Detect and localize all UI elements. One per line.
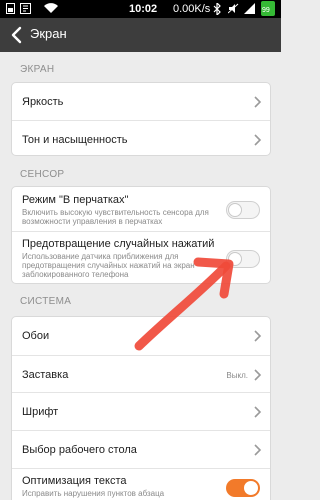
setting-wallpaper[interactable]: Обои [12, 317, 270, 355]
bluetooth-icon [213, 3, 221, 15]
page-title: Экран [30, 26, 67, 41]
network-speed: 0.00K/s [173, 3, 211, 15]
no-sound-icon [228, 3, 239, 14]
battery-icon: 99 [261, 1, 275, 16]
status-time: 10:02 [129, 3, 158, 15]
setting-value: Выкл. [226, 371, 248, 380]
group-screen: Яркость Тон и насыщенность [11, 82, 271, 156]
chevron-right-icon [254, 406, 262, 418]
sim-card-icon [6, 3, 15, 14]
setting-label: Шрифт [22, 406, 59, 418]
setting-accidental-touch[interactable]: Предотвращение случайных нажатий Использ… [12, 231, 270, 283]
setting-launcher[interactable]: Выбор рабочего стола [12, 430, 270, 468]
setting-label: Яркость [22, 96, 64, 108]
setting-tone-saturation[interactable]: Тон и насыщенность [12, 120, 270, 155]
chevron-left-icon[interactable] [4, 22, 30, 48]
chevron-right-icon [254, 134, 262, 146]
battery-level: 99 [262, 7, 270, 14]
text-optimization-toggle[interactable] [226, 479, 260, 497]
chevron-right-icon [254, 330, 262, 342]
status-bar: 10:02 0.00K/s 99 [0, 0, 281, 18]
toggle-knob [244, 481, 258, 495]
setting-label: Оптимизация текста [22, 475, 127, 487]
notification-icon [20, 3, 31, 14]
section-header-sensor: СЕНСОР [20, 169, 65, 180]
setting-label: Выбор рабочего стола [22, 444, 137, 456]
setting-label: Заставка [22, 369, 69, 381]
setting-label: Режим "В перчатках" [22, 194, 129, 206]
signal-icon [244, 3, 255, 14]
chevron-right-icon [254, 444, 262, 456]
setting-text-optimization[interactable]: Оптимизация текста Исправить нарушения п… [12, 468, 270, 500]
group-sensor: Режим "В перчатках" Включить высокую чув… [11, 186, 271, 284]
setting-font[interactable]: Шрифт [12, 392, 270, 430]
chevron-right-icon [254, 96, 262, 108]
toggle-knob [228, 203, 242, 217]
setting-label: Обои [22, 330, 50, 342]
accidental-touch-toggle[interactable] [226, 250, 260, 268]
app-bar: Экран [0, 18, 281, 52]
setting-screensaver[interactable]: Заставка Выкл. [12, 355, 270, 392]
toggle-knob [228, 252, 242, 266]
setting-description: Включить высокую чувствительность сенсор… [22, 208, 209, 226]
setting-description: Использование датчика приближения для пр… [22, 252, 195, 279]
setting-label: Тон и насыщенность [22, 134, 128, 146]
section-header-system: СИСТЕМА [20, 296, 72, 307]
setting-brightness[interactable]: Яркость [12, 83, 270, 120]
setting-glove-mode[interactable]: Режим "В перчатках" Включить высокую чув… [12, 187, 270, 231]
wifi-icon [44, 3, 58, 14]
setting-description: Исправить нарушения пунктов абзаца [22, 489, 165, 498]
group-system: Обои Заставка Выкл. Шрифт Выбор рабочего… [11, 316, 271, 500]
setting-label: Предотвращение случайных нажатий [22, 238, 215, 250]
chevron-right-icon [254, 369, 262, 381]
section-header-screen: ЭКРАН [20, 64, 55, 75]
glove-mode-toggle[interactable] [226, 201, 260, 219]
